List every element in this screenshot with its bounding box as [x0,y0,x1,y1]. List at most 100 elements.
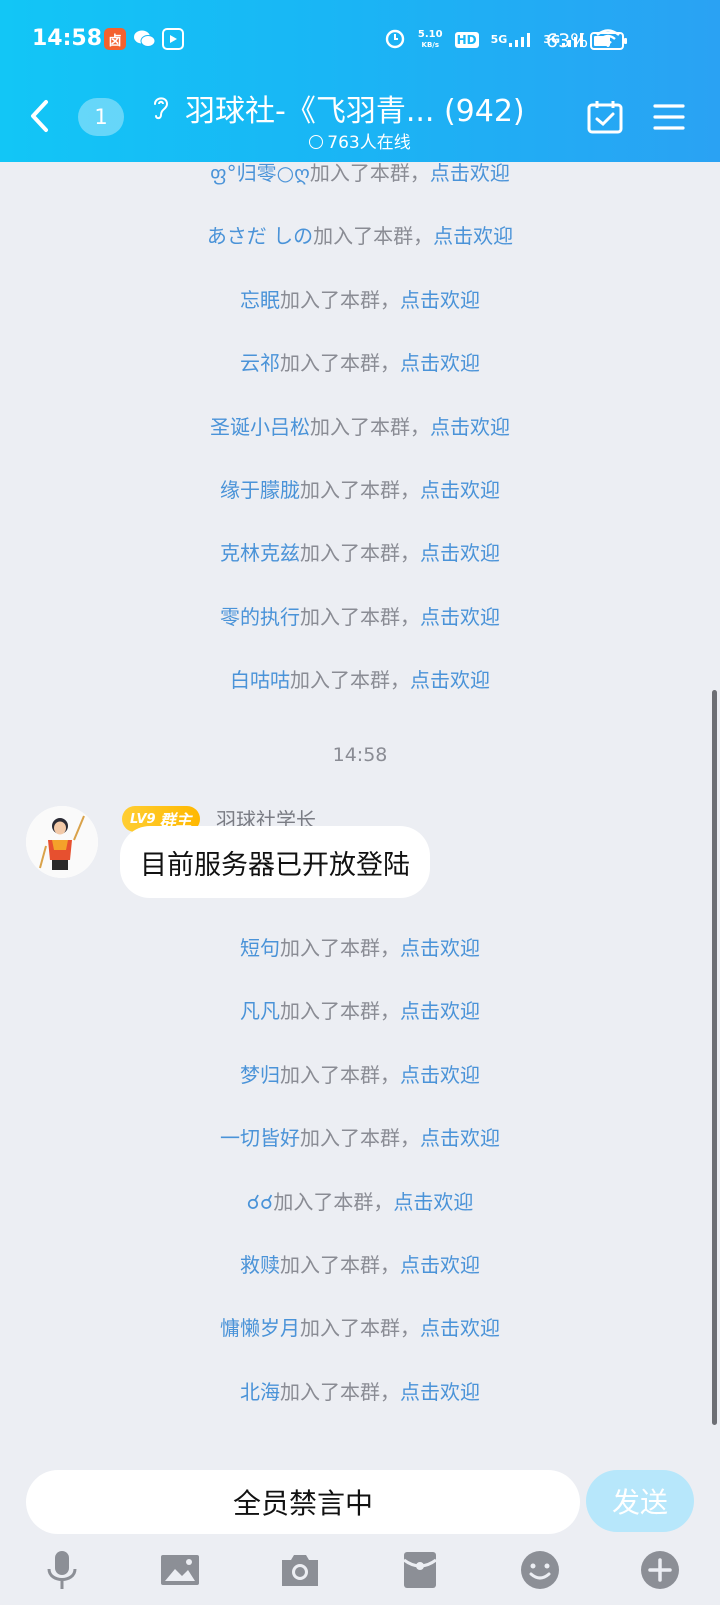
system-join-message: 短句加入了本群，点击欢迎 [0,932,720,961]
welcome-link[interactable]: 点击欢迎 [420,1316,500,1340]
join-text: 加入了本群， [300,1316,420,1341]
member-name[interactable]: ფ°归零○ღ [210,162,310,185]
join-text: 加入了本群， [300,478,420,502]
welcome-link[interactable]: 点击欢迎 [433,224,513,248]
system-join-message: 零的执行加入了本群，点击欢迎 [0,601,720,630]
camera-icon[interactable] [278,1548,322,1592]
hd-icon: HD [454,32,479,48]
chat-area[interactable]: ფ°归零○ღ加入了本群，点击欢迎 あさだ しの加入了本群，点击欢迎 忘眠加入了本群，… [0,162,720,1452]
system-join-message: 缘于朦胧加入了本群，点击欢迎 [0,474,720,503]
member-name[interactable]: 忘眠 [240,288,280,312]
message-timestamp: 14:58 [332,744,388,766]
signal-5g-icon: 5G [491,33,532,47]
member-name[interactable]: 短句 [240,936,280,960]
input-bar: 全员禁言中 发送 [0,1452,720,1605]
member-name[interactable]: 白咕咕 [230,668,290,692]
welcome-link[interactable]: 点击欢迎 [400,351,480,375]
system-join-message: ფ°归零○ღ加入了本群，点击欢迎 [0,162,720,186]
welcome-link[interactable]: 点击欢迎 [400,936,480,960]
join-text: 加入了本群， [273,1189,394,1214]
emoji-icon[interactable] [518,1548,562,1592]
player-avatar-icon [26,806,98,878]
join-text: 加入了本群， [300,1126,420,1151]
member-name[interactable]: あさだ しの [207,224,313,248]
welcome-link[interactable]: 点击欢迎 [400,288,480,312]
welcome-link[interactable]: 点击欢迎 [400,1253,480,1277]
wechat-icon [134,28,156,50]
join-text: 加入了本群， [280,287,400,312]
join-text: 加入了本群， [280,936,400,960]
member-name[interactable]: 梦归 [240,1063,280,1087]
welcome-link[interactable]: 点击欢迎 [420,478,500,502]
system-join-message: 克林克兹加入了本群，点击欢迎 [0,537,720,566]
net-speed-value: 5.10 [417,29,443,40]
join-text: 加入了本群， [280,1379,400,1404]
battery-percent: 63% [546,30,589,52]
calendar-check-icon [587,101,623,134]
system-join-message: ☌☌加入了本群，点击欢迎 [0,1186,720,1215]
status-bar: 14:58 卤 5.10 KB/s HD 5G 3G 63% [0,0,720,80]
plus-icon[interactable] [638,1548,682,1592]
join-text: 加入了本群， [280,351,400,376]
join-text: 加入了本群， [309,162,430,185]
welcome-link[interactable]: 点击欢迎 [400,999,480,1023]
welcome-link[interactable]: 点击欢迎 [420,1126,500,1150]
avatar[interactable] [26,806,98,878]
welcome-link[interactable]: 点击欢迎 [420,541,500,565]
microphone-icon[interactable] [40,1548,84,1592]
member-name[interactable]: ☌☌ [247,1190,274,1214]
member-name[interactable]: 一切皆好 [220,1126,300,1150]
online-icon [309,135,324,149]
join-text: 加入了本群， [280,1062,400,1087]
member-name[interactable]: 救赎 [240,1253,280,1277]
member-name[interactable]: 凡凡 [240,999,280,1023]
welcome-link[interactable]: 点击欢迎 [393,1190,473,1214]
welcome-link[interactable]: 点击欢迎 [410,668,490,692]
join-text: 加入了本群， [310,414,430,439]
system-join-message: あさだ しの加入了本群，点击欢迎 [0,220,720,249]
image-icon[interactable] [158,1548,202,1592]
join-text: 加入了本群， [280,999,400,1024]
menu-button[interactable] [652,100,686,134]
system-join-message: 梦归加入了本群，点击欢迎 [0,1059,720,1088]
join-text: 加入了本群， [290,668,410,693]
send-button[interactable]: 发送 [586,1470,694,1532]
member-name[interactable]: 零的执行 [220,605,300,629]
calendar-check-button[interactable] [586,98,624,136]
join-text: 加入了本群， [313,224,434,249]
battery-icon [590,32,627,50]
member-name[interactable]: 克林克兹 [220,541,300,565]
system-join-message: 忘眠加入了本群，点击欢迎 [0,284,720,313]
message-bubble[interactable]: 目前服务器已开放登陆 [120,826,430,898]
scrollbar[interactable] [712,690,717,1425]
member-name[interactable]: 云祁 [240,351,280,375]
member-name[interactable]: 圣诞小吕松 [210,415,310,439]
battery-fill [594,36,611,46]
welcome-link[interactable]: 点击欢迎 [430,415,510,439]
join-text: 加入了本群， [300,541,420,566]
member-name[interactable]: 慵懒岁月 [220,1316,300,1340]
system-join-message: 凡凡加入了本群，点击欢迎 [0,995,720,1024]
system-join-message: 救赎加入了本群，点击欢迎 [0,1249,720,1278]
member-name[interactable]: 缘于朦胧 [220,478,300,502]
welcome-link[interactable]: 点击欢迎 [400,1063,480,1087]
network-speed: 5.10 KB/s [418,29,443,51]
join-text: 加入了本群， [280,1253,400,1277]
system-join-message: 云祁加入了本群，点击欢迎 [0,347,720,376]
red-packet-icon[interactable] [398,1548,442,1592]
join-text: 加入了本群， [300,604,420,629]
group-title[interactable]: 羽球社-《飞羽青... (942) [185,86,525,130]
member-name[interactable]: 北海 [240,1380,280,1404]
online-count-text: 763人在线 [327,133,411,153]
message-input[interactable]: 全员禁言中 [26,1470,580,1534]
video-app-icon [162,28,184,50]
system-join-message: 北海加入了本群，点击欢迎 [0,1376,720,1405]
welcome-link[interactable]: 点击欢迎 [430,162,510,185]
system-join-message: 圣诞小吕松加入了本群，点击欢迎 [0,411,720,440]
system-join-message: 一切皆好加入了本群，点击欢迎 [0,1122,720,1151]
welcome-link[interactable]: 点击欢迎 [400,1380,480,1404]
welcome-link[interactable]: 点击欢迎 [420,605,500,629]
system-join-message: 白咕咕加入了本群，点击欢迎 [0,664,720,693]
net-speed-unit: KB/s [421,41,439,49]
hamburger-icon [653,104,685,130]
